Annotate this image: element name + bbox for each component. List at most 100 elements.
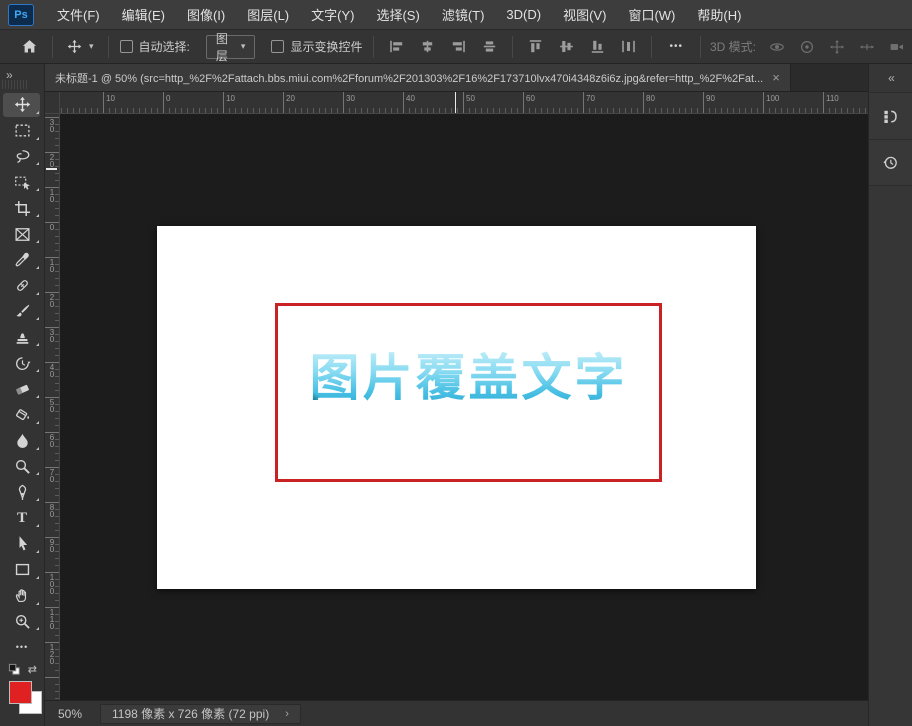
collapsed-panel-icon [882,108,899,125]
eraser-tool[interactable] [0,376,44,402]
crop-tool[interactable] [0,195,44,221]
home-button[interactable] [14,34,45,60]
align-top-edges-button[interactable] [520,34,551,60]
align-bottom-edges-button[interactable] [582,34,613,60]
slide-3d-icon [852,34,882,60]
path-selection-tool[interactable] [0,531,44,557]
rectangular-marquee-tool[interactable] [0,118,44,144]
move-tool[interactable] [0,92,44,118]
chevron-down-icon: ▾ [241,41,246,52]
canvas-viewport[interactable]: 图片覆盖文字 [60,114,868,700]
align-vertical-centers-button[interactable] [474,34,505,60]
edit-toolbar-button[interactable]: ••• [0,634,44,660]
mode-3d-label: 3D 模式: [710,38,756,55]
zoom-tool[interactable] [0,609,44,635]
menu-type[interactable]: 文字(Y) [300,5,365,24]
ruler-label: 80 [646,94,655,103]
distribute-horizontal-centers-button[interactable] [613,34,644,60]
history-panel-button[interactable] [869,139,912,186]
document-tab[interactable]: 未标题-1 @ 50% (src=http_%2F%2Fattach.bbs.m… [45,64,791,91]
pen-tool[interactable] [0,479,44,505]
foreground-color-swatch[interactable] [9,681,32,704]
ruler-label: 4 0 [46,364,58,378]
paint-bucket-tool[interactable] [0,402,44,428]
divider [651,36,652,58]
menu-layer[interactable]: 图层(L) [236,5,300,24]
ruler-label: 20 [286,94,295,103]
ruler-corner [45,92,60,114]
ruler-label: 0 [46,224,58,231]
menu-filter[interactable]: 滤镜(T) [431,5,496,24]
move-icon [67,39,82,54]
rectangle-shape-tool[interactable] [0,557,44,583]
more-options-button[interactable]: ••• [659,41,693,52]
document-tab-bar: 未标题-1 @ 50% (src=http_%2F%2Fattach.bbs.m… [45,64,868,92]
ruler-label: 1 0 0 [46,574,58,595]
ruler-label: 2 0 [46,294,58,308]
clone-stamp-tool[interactable] [0,324,44,350]
divider [512,36,513,58]
dodge-tool[interactable] [0,454,44,480]
menu-help[interactable]: 帮助(H) [686,5,752,24]
checkbox-icon [271,40,284,53]
align-horizontal-centers-button[interactable] [412,34,443,60]
show-transform-controls-checkbox[interactable]: 显示变换控件 [271,38,362,55]
vertical-ruler[interactable]: 3 02 01 001 02 03 04 05 06 07 08 09 01 0… [45,114,60,700]
align-middle-button[interactable] [551,34,582,60]
lasso-tool[interactable] [0,144,44,170]
history-brush-tool[interactable] [0,350,44,376]
color-controls: ⇄ [0,660,44,676]
divider [700,36,701,58]
menu-select[interactable]: 选择(S) [365,5,430,24]
ruler-label: 70 [586,94,595,103]
horizontal-ruler[interactable]: 100102030405060708090100110 [60,92,868,114]
orbit-3d-icon [762,34,792,60]
swap-colors-icon[interactable]: ⇄ [28,665,37,675]
frame-tool[interactable] [0,221,44,247]
type-tool[interactable]: T [0,505,44,531]
ruler-label: 8 0 [46,504,58,518]
auto-select-target-dropdown[interactable]: 图层 ▾ [206,35,256,59]
status-bar: 50% 1198 像素 x 726 像素 (72 ppi) › [45,700,868,726]
canvas-overlay-text: 图片覆盖文字 [275,347,662,409]
panel-grip[interactable] [2,80,28,89]
document-tab-title: 未标题-1 @ 50% (src=http_%2F%2Fattach.bbs.m… [55,70,763,86]
document-canvas[interactable]: 图片覆盖文字 [157,226,756,589]
brush-tool[interactable] [0,299,44,325]
auto-select-value: 图层 [216,30,229,64]
menu-image[interactable]: 图像(I) [176,5,236,24]
camera-3d-icon [882,34,912,60]
close-tab-icon[interactable]: × [772,71,780,84]
ruler-label: 1 2 0 [46,644,58,665]
auto-select-checkbox[interactable]: 自动选择: [120,38,190,55]
menu-3d[interactable]: 3D(D) [495,7,552,22]
ruler-label: 1 0 [46,259,58,273]
ruler-cursor-indicator [455,92,456,113]
ruler-label: 110 [826,94,839,103]
menu-window[interactable]: 窗口(W) [617,5,686,24]
ruler-label: 3 0 [46,119,58,133]
eyedropper-tool[interactable] [0,247,44,273]
divider [52,36,53,58]
move-tool-option-button[interactable]: ▾ [60,34,101,60]
ruler-label: 9 0 [46,539,58,553]
object-selection-tool[interactable] [0,169,44,195]
status-chevron-icon[interactable]: › [285,708,289,720]
document-info-field[interactable]: 1198 像素 x 726 像素 (72 ppi) › [100,704,301,724]
menu-edit[interactable]: 编辑(E) [111,5,176,24]
menu-view[interactable]: 视图(V) [552,5,617,24]
blur-tool[interactable] [0,428,44,454]
menu-file[interactable]: 文件(F) [46,5,111,24]
hand-tool[interactable] [0,583,44,609]
align-right-edges-button[interactable] [443,34,474,60]
spot-healing-brush-tool[interactable] [0,273,44,299]
align-left-edges-button[interactable] [381,34,412,60]
ruler-label: 2 0 [46,154,58,168]
ruler-label: 100 [766,94,779,103]
default-colors-icon[interactable] [8,663,21,676]
auto-select-label: 自动选择: [139,38,190,55]
zoom-level-field[interactable]: 50% [58,707,100,721]
collapse-panels-icon[interactable]: « [869,64,912,92]
ruler-label: 1 0 [46,189,58,203]
collapsed-panel-button[interactable] [869,92,912,139]
